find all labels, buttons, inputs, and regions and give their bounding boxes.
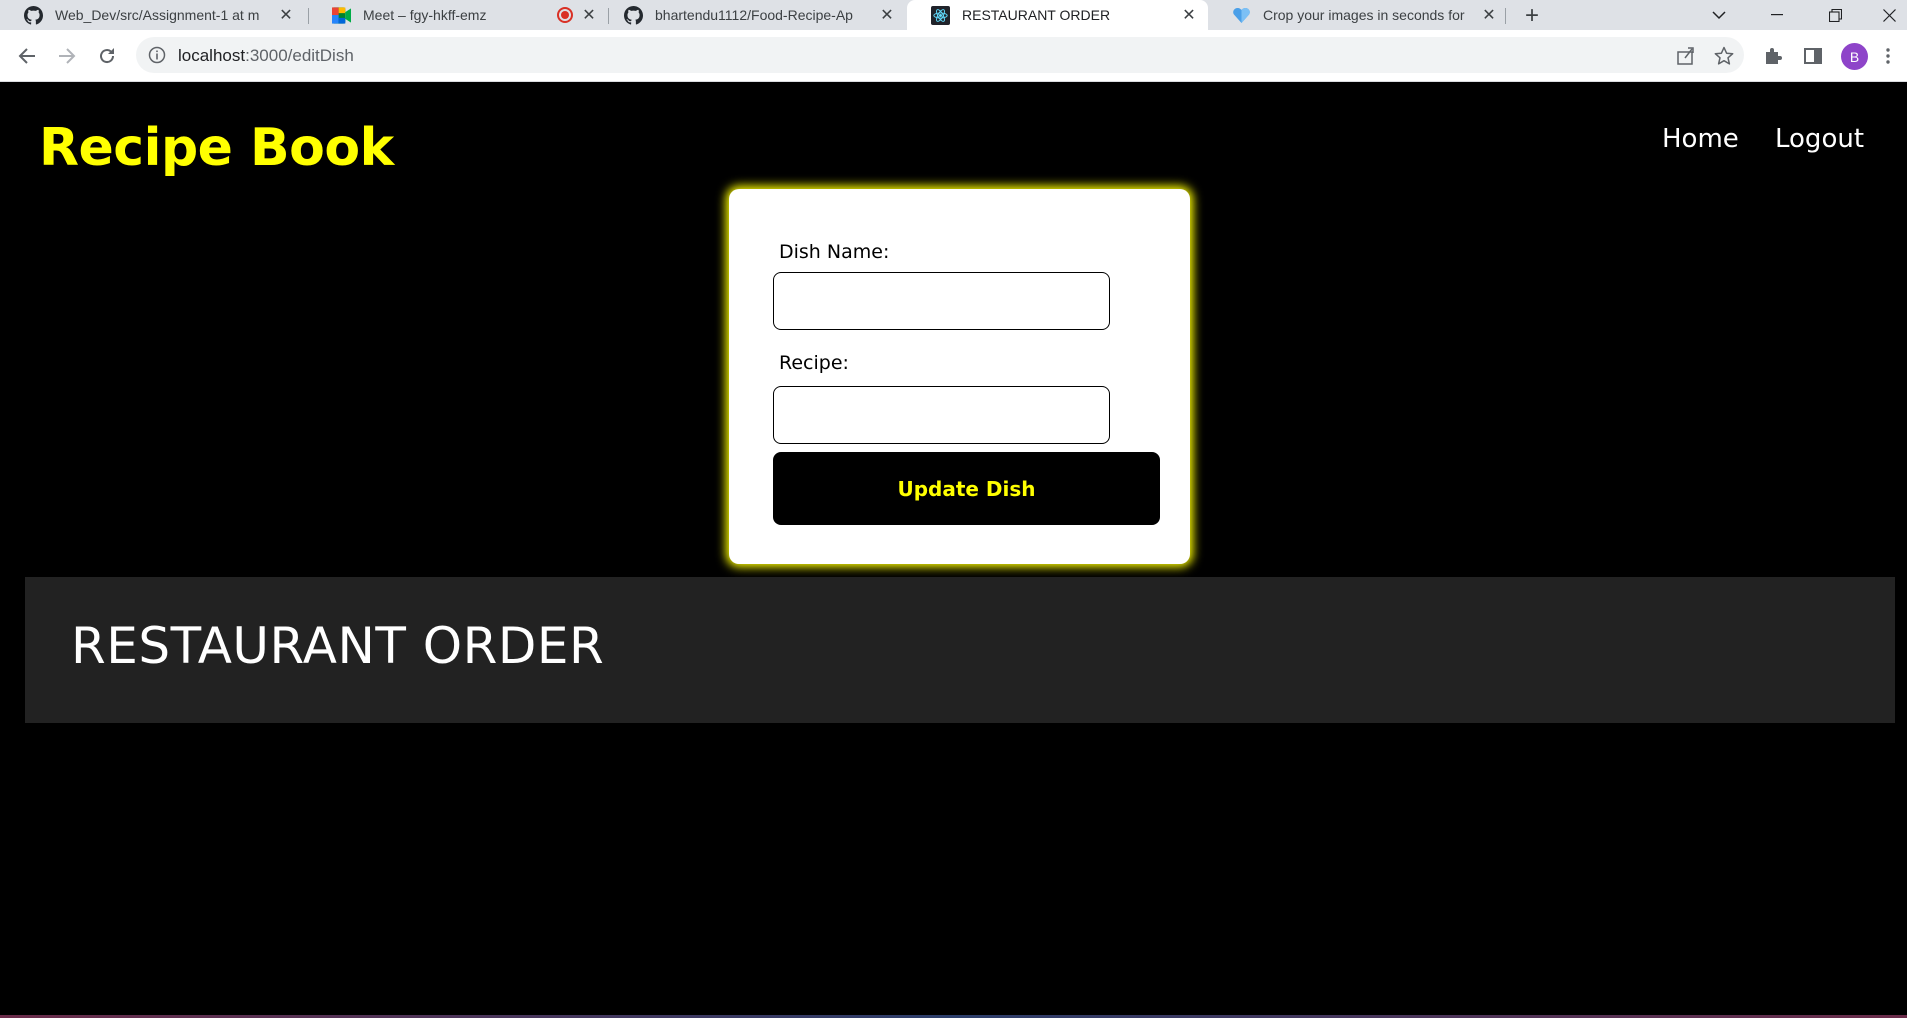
tab-search-button[interactable] bbox=[1696, 0, 1742, 30]
react-icon bbox=[931, 5, 950, 25]
tab-title: Crop your images in seconds for bbox=[1263, 7, 1465, 23]
recipe-input[interactable] bbox=[774, 387, 1109, 443]
dish-name-field-wrap bbox=[773, 272, 1110, 330]
github-icon bbox=[24, 5, 43, 25]
restore-icon bbox=[1828, 8, 1842, 22]
arrow-right-icon bbox=[59, 48, 76, 64]
tab-title: RESTAURANT ORDER bbox=[962, 7, 1111, 23]
url-host: localhost bbox=[178, 46, 246, 65]
bookmark-star-icon[interactable] bbox=[1714, 46, 1734, 66]
close-icon bbox=[1882, 8, 1896, 22]
share-icon[interactable] bbox=[1676, 46, 1696, 66]
page-content: Recipe Book Home Logout Dish Name: Recip… bbox=[0, 82, 1907, 1018]
update-dish-button[interactable]: Update Dish bbox=[773, 452, 1160, 525]
kebab-menu-icon bbox=[1886, 48, 1890, 64]
tab-title: Web_Dev/src/Assignment-1 at m bbox=[55, 7, 260, 23]
forward-button[interactable] bbox=[53, 42, 81, 70]
reload-button[interactable] bbox=[93, 42, 121, 70]
recipe-field-wrap bbox=[773, 386, 1110, 444]
address-bar[interactable]: localhost:3000/editDish bbox=[136, 37, 1744, 73]
recipe-label: Recipe: bbox=[779, 352, 849, 374]
arrow-left-icon bbox=[18, 48, 35, 64]
close-tab-icon[interactable]: ✕ bbox=[579, 5, 599, 25]
dish-name-input[interactable] bbox=[774, 273, 1109, 329]
tab-title: Meet – fgy-hkff-emz bbox=[363, 7, 487, 23]
minimize-icon bbox=[1771, 14, 1783, 16]
extensions-button[interactable] bbox=[1762, 45, 1784, 67]
google-meet-icon bbox=[332, 6, 351, 25]
close-tab-icon[interactable]: ✕ bbox=[1179, 5, 1199, 25]
profile-avatar[interactable]: B bbox=[1841, 43, 1868, 70]
close-tab-icon[interactable]: ✕ bbox=[276, 5, 296, 25]
footer-banner: RESTAURANT ORDER bbox=[25, 577, 1895, 723]
recording-icon bbox=[557, 7, 573, 23]
nav-home-link[interactable]: Home bbox=[1662, 124, 1739, 154]
restore-button[interactable] bbox=[1812, 0, 1858, 30]
brand-title[interactable]: Recipe Book bbox=[39, 118, 394, 178]
close-tab-icon[interactable]: ✕ bbox=[877, 5, 897, 25]
footer-title: RESTAURANT ORDER bbox=[71, 617, 605, 675]
reload-icon bbox=[100, 48, 115, 64]
url-text: localhost:3000/editDish bbox=[178, 46, 354, 66]
browser-tab-0[interactable]: Web_Dev/src/Assignment-1 at m ✕ bbox=[0, 0, 305, 30]
tab-title: bhartendu1112/Food-Recipe-Ap bbox=[655, 7, 853, 23]
side-panel-icon bbox=[1804, 48, 1822, 64]
dish-name-label: Dish Name: bbox=[779, 241, 890, 263]
close-tab-icon[interactable]: ✕ bbox=[1479, 5, 1499, 25]
tab-separator bbox=[1505, 8, 1506, 24]
browser-tab-4[interactable]: Crop your images in seconds for ✕ bbox=[1208, 0, 1508, 30]
chevron-down-icon bbox=[1712, 10, 1726, 19]
browser-tab-3-active[interactable]: RESTAURANT ORDER ✕ bbox=[907, 0, 1208, 30]
browser-menu-button[interactable] bbox=[1881, 45, 1895, 67]
close-window-button[interactable] bbox=[1866, 0, 1907, 30]
puzzle-icon bbox=[1766, 48, 1782, 64]
side-panel-button[interactable] bbox=[1802, 45, 1824, 67]
browser-tab-1[interactable]: Meet – fgy-hkff-emz ✕ bbox=[308, 0, 608, 30]
heart-icon bbox=[1232, 6, 1251, 25]
github-icon bbox=[624, 5, 643, 25]
new-tab-button[interactable]: + bbox=[1518, 2, 1546, 30]
browser-tab-2[interactable]: bhartendu1112/Food-Recipe-Ap ✕ bbox=[600, 0, 906, 30]
browser-toolbar: localhost:3000/editDish B bbox=[0, 30, 1907, 82]
edit-dish-form: Dish Name: Recipe: Update Dish bbox=[729, 189, 1190, 564]
browser-tab-strip: Web_Dev/src/Assignment-1 at m ✕ Meet – f… bbox=[0, 0, 1907, 30]
info-icon[interactable] bbox=[148, 46, 166, 64]
minimize-button[interactable] bbox=[1754, 0, 1800, 30]
back-button[interactable] bbox=[13, 42, 41, 70]
url-path: :3000/editDish bbox=[245, 46, 354, 65]
nav-logout-link[interactable]: Logout bbox=[1775, 124, 1864, 154]
